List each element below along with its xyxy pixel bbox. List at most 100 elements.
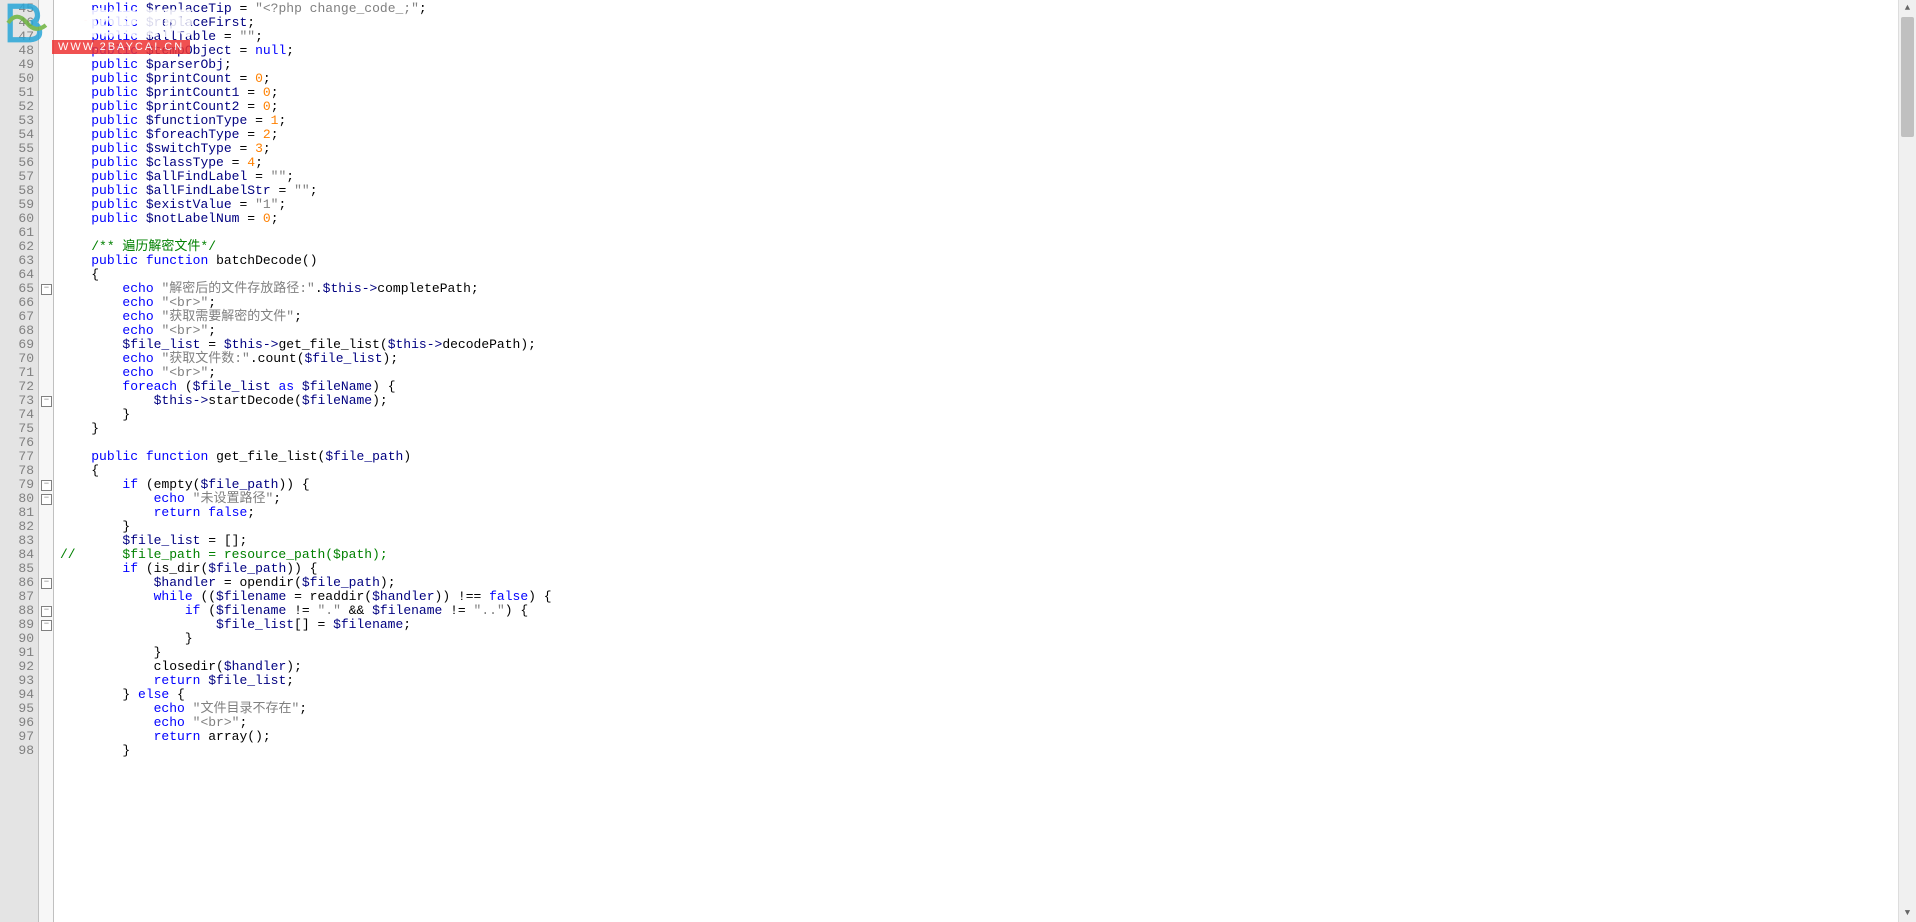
- code-line[interactable]: echo "<br>";: [60, 296, 1916, 310]
- code-line[interactable]: public $printCount1 = 0;: [60, 86, 1916, 100]
- code-line[interactable]: public $printCount = 0;: [60, 72, 1916, 86]
- code-line[interactable]: public $replaceFirst;: [60, 16, 1916, 30]
- scroll-up-button[interactable]: ▲: [1899, 0, 1916, 17]
- code-line[interactable]: // $file_path = resource_path($path);: [60, 548, 1916, 562]
- code-line[interactable]: /** 遍历解密文件*/: [60, 240, 1916, 254]
- line-number: 78: [0, 464, 34, 478]
- code-line[interactable]: }: [60, 632, 1916, 646]
- code-line[interactable]: echo "获取文件数:".count($file_list);: [60, 352, 1916, 366]
- line-number: 77: [0, 450, 34, 464]
- line-number: 80: [0, 492, 34, 506]
- code-line[interactable]: public $existValue = "1";: [60, 198, 1916, 212]
- code-line[interactable]: public $parserObj;: [60, 58, 1916, 72]
- fold-toggle[interactable]: −: [41, 284, 52, 295]
- code-line[interactable]: public function get_file_list($file_path…: [60, 450, 1916, 464]
- fold-toggle[interactable]: −: [41, 620, 52, 631]
- line-number: 67: [0, 310, 34, 324]
- line-number: 91: [0, 646, 34, 660]
- line-number: 49: [0, 58, 34, 72]
- line-number: 51: [0, 86, 34, 100]
- code-line[interactable]: $this->startDecode($fileName);: [60, 394, 1916, 408]
- scroll-thumb[interactable]: [1901, 17, 1914, 137]
- fold-toggle[interactable]: −: [41, 578, 52, 589]
- code-line[interactable]: return array();: [60, 730, 1916, 744]
- code-line[interactable]: closedir($handler);: [60, 660, 1916, 674]
- code-line[interactable]: if ($filename != "." && $filename != "..…: [60, 604, 1916, 618]
- code-line[interactable]: }: [60, 422, 1916, 436]
- code-line[interactable]: public $switchType = 3;: [60, 142, 1916, 156]
- code-line[interactable]: echo "<br>";: [60, 324, 1916, 338]
- line-number: 83: [0, 534, 34, 548]
- code-line[interactable]: }: [60, 408, 1916, 422]
- line-number: 79: [0, 478, 34, 492]
- code-line[interactable]: public $tempObject = null;: [60, 44, 1916, 58]
- line-number: 90: [0, 632, 34, 646]
- code-area[interactable]: public $replaceTip = "<?php change_code_…: [54, 0, 1916, 922]
- vertical-scrollbar[interactable]: ▲ ▼: [1898, 0, 1916, 922]
- code-line[interactable]: public $foreachType = 2;: [60, 128, 1916, 142]
- code-line[interactable]: {: [60, 268, 1916, 282]
- code-line[interactable]: public $allFindLabel = "";: [60, 170, 1916, 184]
- scroll-down-button[interactable]: ▼: [1899, 905, 1916, 922]
- code-line[interactable]: public $replaceTip = "<?php change_code_…: [60, 2, 1916, 16]
- code-line[interactable]: echo "获取需要解密的文件";: [60, 310, 1916, 324]
- code-line[interactable]: }: [60, 520, 1916, 534]
- code-line[interactable]: public $allFindLabelStr = "";: [60, 184, 1916, 198]
- fold-toggle[interactable]: −: [41, 396, 52, 407]
- code-line[interactable]: public $functionType = 1;: [60, 114, 1916, 128]
- line-number: 76: [0, 436, 34, 450]
- code-line[interactable]: $handler = opendir($file_path);: [60, 576, 1916, 590]
- line-number: 82: [0, 520, 34, 534]
- line-number: 47: [0, 30, 34, 44]
- code-line[interactable]: foreach ($file_list as $fileName) {: [60, 380, 1916, 394]
- line-number: 92: [0, 660, 34, 674]
- code-line[interactable]: echo "<br>";: [60, 716, 1916, 730]
- code-line[interactable]: echo "解密后的文件存放路径:".$this->completePath;: [60, 282, 1916, 296]
- line-number: 60: [0, 212, 34, 226]
- line-number: 53: [0, 114, 34, 128]
- code-line[interactable]: echo "<br>";: [60, 366, 1916, 380]
- code-line[interactable]: $file_list[] = $filename;: [60, 618, 1916, 632]
- line-number: 54: [0, 128, 34, 142]
- code-line[interactable]: $file_list = $this->get_file_list($this-…: [60, 338, 1916, 352]
- line-number: 97: [0, 730, 34, 744]
- code-line[interactable]: return false;: [60, 506, 1916, 520]
- code-line[interactable]: echo "文件目录不存在";: [60, 702, 1916, 716]
- code-line[interactable]: $file_list = [];: [60, 534, 1916, 548]
- line-number: 55: [0, 142, 34, 156]
- line-number: 68: [0, 324, 34, 338]
- code-line[interactable]: } else {: [60, 688, 1916, 702]
- code-line[interactable]: while (($filename = readdir($handler)) !…: [60, 590, 1916, 604]
- line-number: 56: [0, 156, 34, 170]
- code-line[interactable]: {: [60, 464, 1916, 478]
- line-number: 96: [0, 716, 34, 730]
- line-number: 57: [0, 170, 34, 184]
- line-number: 89: [0, 618, 34, 632]
- code-line[interactable]: echo "未设置路径";: [60, 492, 1916, 506]
- line-number: 66: [0, 296, 34, 310]
- code-line[interactable]: [60, 226, 1916, 240]
- code-line[interactable]: public $notLabelNum = 0;: [60, 212, 1916, 226]
- code-line[interactable]: return $file_list;: [60, 674, 1916, 688]
- fold-toggle[interactable]: −: [41, 480, 52, 491]
- code-line[interactable]: if (is_dir($file_path)) {: [60, 562, 1916, 576]
- line-number: 86: [0, 576, 34, 590]
- code-line[interactable]: if (empty($file_path)) {: [60, 478, 1916, 492]
- code-line[interactable]: [60, 436, 1916, 450]
- line-number: 87: [0, 590, 34, 604]
- line-number: 98: [0, 744, 34, 758]
- line-number: 61: [0, 226, 34, 240]
- fold-column: − − − − − − −: [39, 0, 54, 922]
- code-line[interactable]: public $classType = 4;: [60, 156, 1916, 170]
- line-number: 95: [0, 702, 34, 716]
- fold-toggle[interactable]: −: [41, 494, 52, 505]
- code-line[interactable]: public function batchDecode(): [60, 254, 1916, 268]
- fold-toggle[interactable]: −: [41, 606, 52, 617]
- line-number: 72: [0, 380, 34, 394]
- code-line[interactable]: public $printCount2 = 0;: [60, 100, 1916, 114]
- line-number: 71: [0, 366, 34, 380]
- line-number: 94: [0, 688, 34, 702]
- code-line[interactable]: }: [60, 744, 1916, 758]
- code-line[interactable]: public $allTable = "";: [60, 30, 1916, 44]
- code-line[interactable]: }: [60, 646, 1916, 660]
